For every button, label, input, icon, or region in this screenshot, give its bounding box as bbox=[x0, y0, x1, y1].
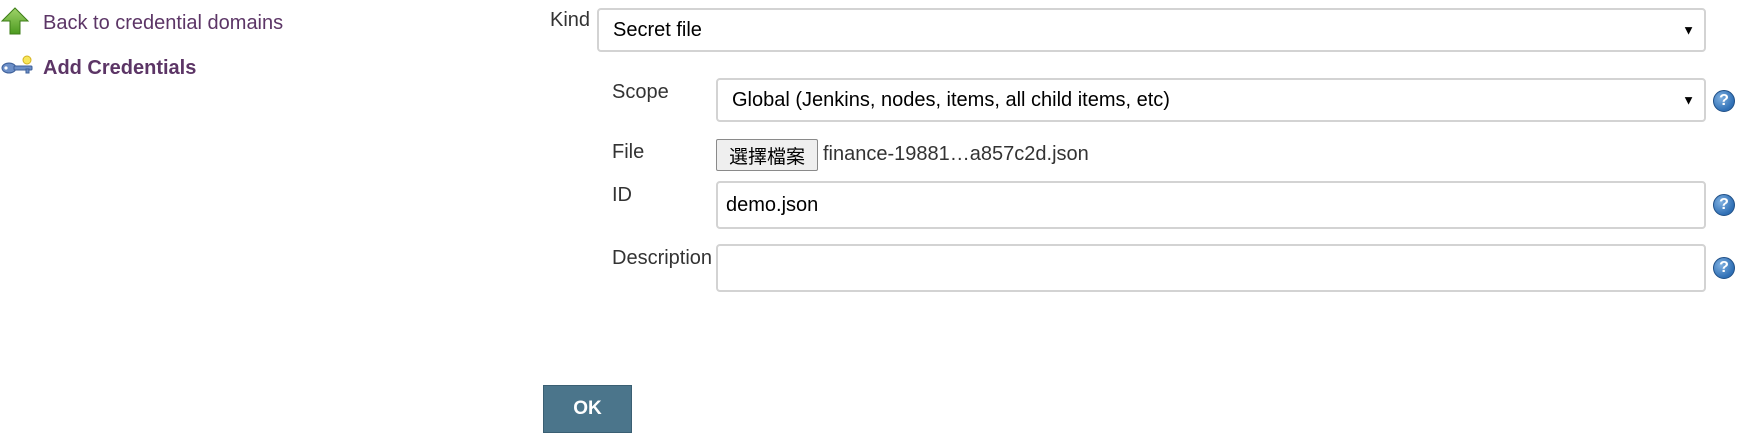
add-credentials-label: Add Credentials bbox=[43, 57, 197, 79]
id-input[interactable]: demo.json bbox=[716, 181, 1706, 229]
back-link-label[interactable]: Back to credential domains bbox=[43, 12, 283, 35]
scope-label: Scope bbox=[612, 81, 669, 103]
description-help-icon[interactable]: ? bbox=[1713, 257, 1735, 279]
id-input-value: demo.json bbox=[726, 193, 819, 216]
scope-select-value: Global (Jenkins, nodes, items, all child… bbox=[732, 88, 1170, 111]
scope-help-icon[interactable]: ? bbox=[1713, 90, 1735, 112]
dropdown-arrow-icon: ▼ bbox=[1682, 92, 1695, 108]
selected-file-name: finance-19881…a857c2d.json bbox=[823, 143, 1089, 165]
kind-select-value: Secret file bbox=[613, 18, 702, 41]
choose-file-button[interactable]: 選擇檔案 bbox=[716, 139, 818, 171]
id-help-icon[interactable]: ? bbox=[1713, 194, 1735, 216]
file-label: File bbox=[612, 141, 645, 163]
description-input[interactable] bbox=[716, 244, 1706, 292]
dropdown-arrow-icon: ▼ bbox=[1682, 22, 1695, 38]
scope-select[interactable]: Global (Jenkins, nodes, items, all child… bbox=[716, 78, 1706, 122]
ok-button[interactable]: OK bbox=[543, 385, 632, 433]
back-to-credential-domains-link[interactable]: Back to credential domains bbox=[0, 6, 283, 41]
key-icon bbox=[0, 53, 34, 84]
kind-select[interactable]: Secret file ▼ bbox=[597, 8, 1706, 52]
add-credentials-link[interactable]: Add Credentials bbox=[0, 53, 196, 84]
description-label: Description bbox=[612, 247, 713, 269]
up-arrow-icon bbox=[0, 6, 30, 41]
id-label: ID bbox=[612, 184, 632, 206]
kind-label: Kind bbox=[550, 9, 591, 31]
